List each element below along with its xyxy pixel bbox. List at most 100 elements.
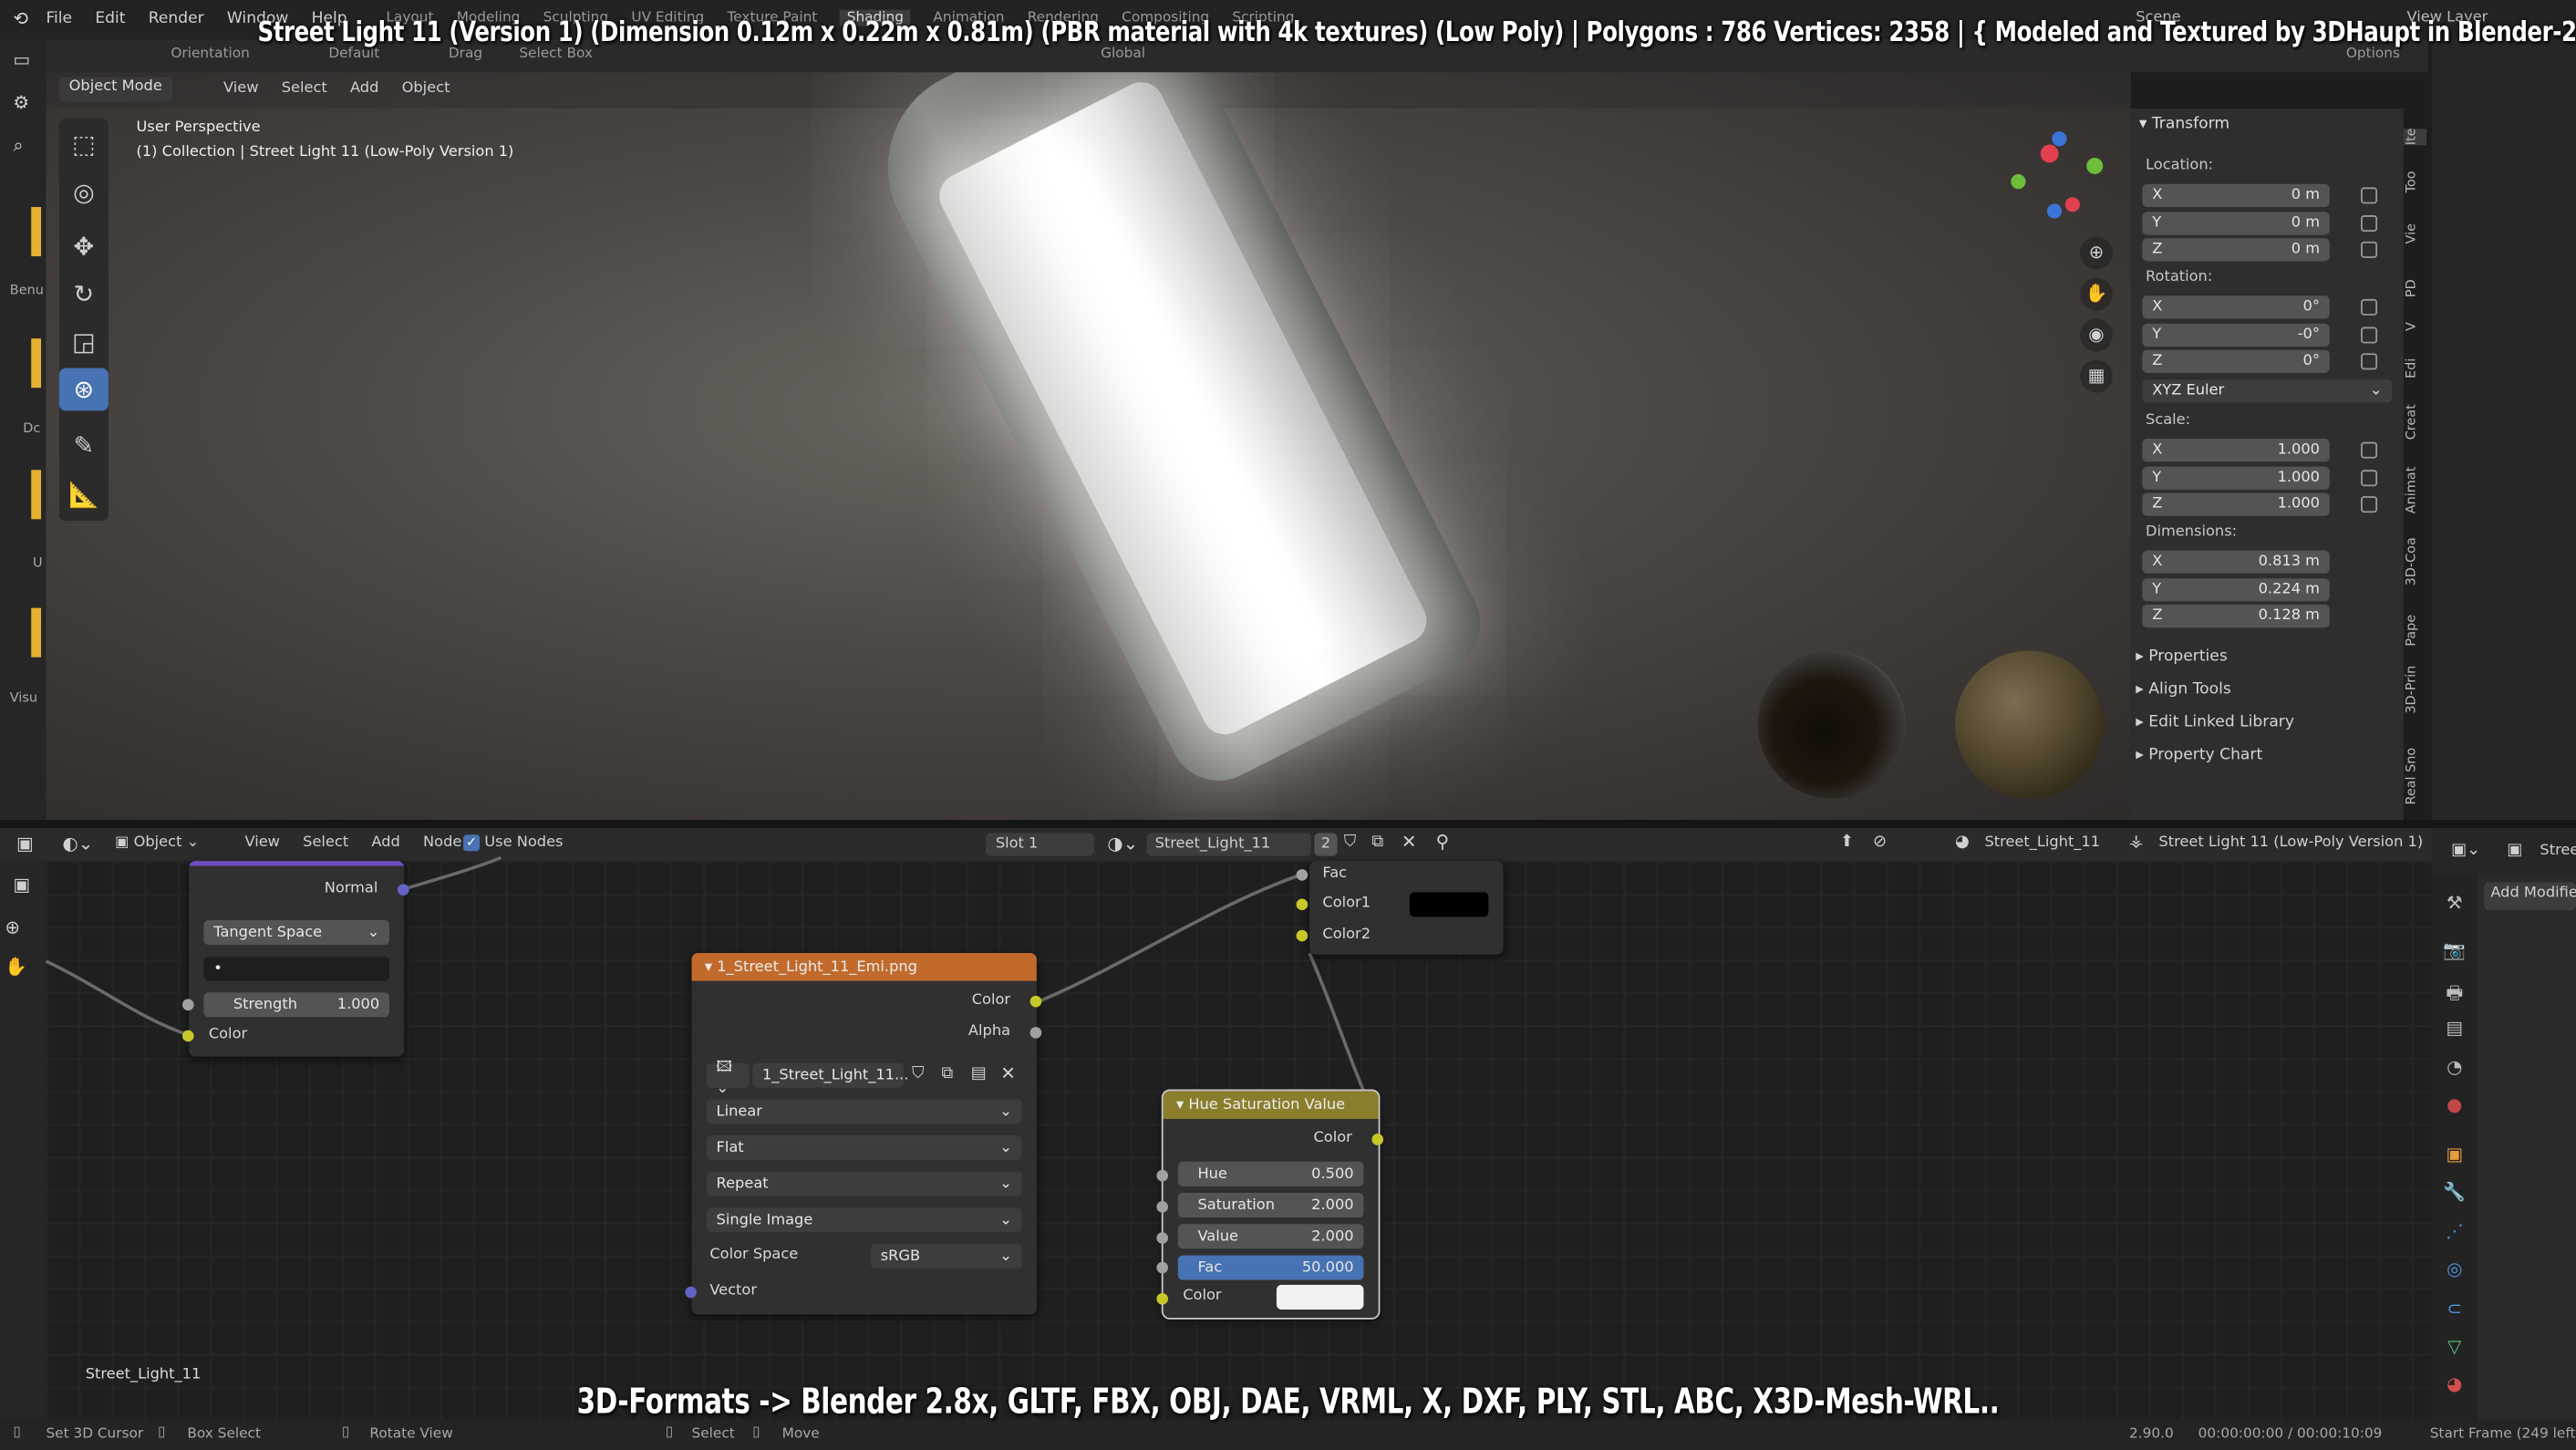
world-props-icon[interactable]: ●	[2443, 1094, 2466, 1117]
lock-icon[interactable]	[2361, 214, 2378, 232]
rotation-z-field[interactable]: Z 0°	[2142, 349, 2330, 373]
street-light-model[interactable]	[853, 72, 1497, 798]
saturation-input-socket[interactable]	[1156, 1201, 1169, 1213]
node-menu-view[interactable]: View	[244, 834, 279, 851]
panel-align-tools[interactable]: ▸ Align Tools	[2136, 680, 2231, 699]
rotation-x-field[interactable]: X 0°	[2142, 295, 2330, 319]
dimensions-z-field[interactable]: Z 0.128 m	[2142, 605, 2330, 628]
value-input-socket[interactable]	[1156, 1232, 1169, 1244]
physics-props-icon[interactable]: ◎	[2443, 1258, 2466, 1281]
unlink-icon[interactable]: ✕	[1402, 832, 1417, 853]
sidebar-tab-ite[interactable]: Ite	[2403, 128, 2427, 146]
hsv-color-input-socket[interactable]	[1156, 1292, 1169, 1305]
transform-tool-icon[interactable]: ⊛	[58, 368, 109, 411]
object-mode-dropdown[interactable]: Object Mode	[58, 77, 172, 102]
blender-logo-icon[interactable]: ⟲	[13, 8, 28, 29]
sidebar-tab-creat[interactable]: Creat	[2404, 404, 2426, 440]
camera-icon[interactable]: ◉	[2079, 318, 2113, 352]
transform-panel-header[interactable]: ▾ Transform	[2139, 115, 2229, 133]
extension-dropdown[interactable]: Repeat ⌄	[706, 1171, 1022, 1196]
node-menu-select[interactable]: Select	[303, 834, 348, 851]
value-field[interactable]: Value 2.000	[1177, 1224, 1364, 1249]
constraints-props-icon[interactable]: ⊂	[2443, 1298, 2466, 1321]
lock-icon[interactable]	[2361, 353, 2378, 370]
saturation-field[interactable]: Saturation 2.000	[1177, 1193, 1364, 1218]
vector-input-socket[interactable]	[685, 1286, 697, 1299]
material-name-field[interactable]: Street_Light_11	[1146, 833, 1311, 856]
render-props-icon[interactable]: 📷	[2443, 940, 2466, 963]
slot-dropdown[interactable]: Slot 1	[986, 833, 1094, 856]
sidebar-tab-real-sno[interactable]: Real Sno	[2404, 748, 2426, 805]
tool-props-icon[interactable]: ⚒	[2443, 892, 2466, 915]
material-browse-icon[interactable]: ◑⌄	[1107, 833, 1138, 854]
neg-z-handle[interactable]	[2046, 203, 2063, 219]
mix-fac-socket[interactable]	[1296, 869, 1309, 881]
y-axis-handle[interactable]	[2086, 157, 2104, 174]
pan-hand-icon[interactable]: ✋	[5, 957, 27, 978]
object-dropdown[interactable]: ▣ Object ⌄	[115, 834, 199, 851]
menu-render[interactable]: Render	[149, 10, 204, 28]
neg-x-handle[interactable]	[2064, 197, 2080, 212]
image-alpha-output-socket[interactable]	[1029, 1027, 1042, 1039]
hue-field[interactable]: Hue 0.500	[1177, 1161, 1364, 1186]
fake-user-icon[interactable]: ⛉	[912, 1065, 925, 1083]
scale-tool-icon[interactable]: ◲	[59, 320, 109, 363]
dimensions-y-field[interactable]: Y 0.224 m	[2142, 577, 2330, 601]
fac-input-socket[interactable]	[1156, 1261, 1169, 1274]
panel-property-chart[interactable]: ▸ Property Chart	[2136, 746, 2262, 764]
projection-dropdown[interactable]: Flat ⌄	[706, 1134, 1022, 1161]
zoom-icon[interactable]: ⊕	[2079, 236, 2113, 270]
parent-node-icon[interactable]: ⬆	[1840, 833, 1854, 851]
area-divider[interactable]	[0, 820, 2576, 829]
sidebar-tab-vie[interactable]: Vie	[2404, 223, 2426, 243]
viewport-menu-select[interactable]: Select	[282, 80, 327, 97]
interpolation-dropdown[interactable]: Linear ⌄	[706, 1099, 1022, 1124]
dimensions-x-field[interactable]: X 0.813 m	[2142, 550, 2330, 574]
navigation-gizmo[interactable]	[2011, 131, 2109, 233]
shader-type-icon[interactable]: ◐⌄	[62, 833, 93, 854]
hue-input-socket[interactable]	[1156, 1169, 1169, 1182]
scene-props-icon[interactable]: ◔	[2443, 1056, 2466, 1079]
lock-icon[interactable]	[2361, 241, 2378, 258]
lock-icon[interactable]	[2361, 441, 2378, 459]
mesh-data-icon[interactable]: ◕	[1955, 833, 1970, 851]
z-axis-handle[interactable]	[2052, 131, 2067, 147]
neg-y-handle[interactable]	[2011, 173, 2026, 190]
lock-icon[interactable]	[2361, 469, 2378, 486]
menu-edit[interactable]: Edit	[95, 10, 125, 28]
normal-output-socket[interactable]	[398, 884, 409, 896]
mix-color1-socket[interactable]	[1296, 898, 1309, 911]
snap-icon[interactable]: ⊘	[1873, 833, 1887, 851]
editor-type-icon[interactable]: ▣⌄	[2451, 841, 2480, 859]
duplicate-icon[interactable]: ⧉	[941, 1065, 953, 1083]
rotate-tool-icon[interactable]: ↻	[59, 273, 109, 316]
view-layer-props-icon[interactable]: ▤	[2443, 1017, 2466, 1040]
scale-x-field[interactable]: X 1.000	[2142, 439, 2330, 462]
zoom-icon[interactable]: ⊕	[5, 917, 20, 937]
use-nodes-checkbox[interactable]: ✓ Use Nodes	[463, 834, 564, 852]
lock-icon[interactable]	[2361, 496, 2378, 513]
unlink-icon[interactable]: ✕	[1000, 1063, 1016, 1084]
open-image-icon[interactable]: ▤	[971, 1065, 987, 1083]
location-y-field[interactable]: Y 0 m	[2142, 211, 2330, 234]
search-icon[interactable]: ⌕	[13, 135, 23, 158]
panel-edit-linked-library[interactable]: ▸ Edit Linked Library	[2136, 713, 2294, 731]
sidebar-tab-too[interactable]: Too	[2404, 171, 2426, 192]
object-props-icon[interactable]: ▣	[2443, 1144, 2466, 1166]
pin-icon[interactable]: ⚲	[1436, 832, 1450, 853]
image-texture-node[interactable]: ▾ 1_Street_Light_11_Emi.png Color Alpha …	[691, 952, 1037, 1315]
mix-rgb-node[interactable]: Fac Color1 Color2	[1309, 861, 1504, 955]
uv-map-field[interactable]: •	[203, 956, 390, 981]
add-modifier-dropdown[interactable]: Add Modifier	[2484, 882, 2576, 911]
sidebar-tab-pape[interactable]: Pape	[2404, 615, 2426, 647]
hsv-color-swatch[interactable]	[1276, 1284, 1364, 1310]
sidebar-tab-v[interactable]: V	[2404, 322, 2426, 331]
sidebar-tab-3d-coa[interactable]: 3D-Coa	[2404, 537, 2426, 585]
orientation-dropdown[interactable]: Orientation	[171, 46, 249, 62]
mesh-name-label[interactable]: Street_Light_11	[1984, 834, 2100, 851]
viewport-menu-add[interactable]: Add	[350, 80, 378, 97]
panel-properties[interactable]: ▸ Properties	[2136, 647, 2228, 666]
color-space-dropdown[interactable]: sRGB ⌄	[870, 1243, 1022, 1269]
color-input-socket[interactable]	[181, 1030, 194, 1042]
x-axis-handle[interactable]	[2040, 144, 2059, 163]
